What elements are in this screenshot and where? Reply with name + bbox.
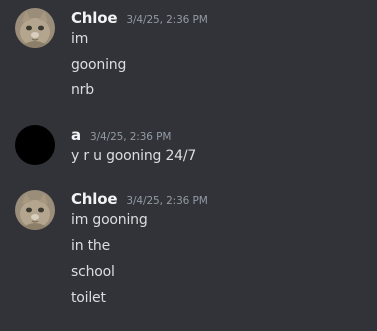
message-text: im gooning: [71, 212, 148, 228]
chat-message-list: Chloe 3/4/25, 2:36 PM im gooning nrb a 3…: [0, 0, 377, 331]
message-header: a 3/4/25, 2:36 PM: [71, 125, 171, 144]
message-text: toilet: [71, 290, 106, 306]
message-text: gooning: [71, 57, 127, 73]
message-header: Chloe 3/4/25, 2:36 PM: [71, 8, 208, 27]
message-header: Chloe 3/4/25, 2:36 PM: [71, 189, 208, 208]
cat-avatar-icon[interactable]: [15, 8, 55, 48]
black-circle-avatar-icon[interactable]: [15, 125, 55, 165]
cat-avatar-icon[interactable]: [15, 190, 55, 230]
timestamp[interactable]: 3/4/25, 2:36 PM: [90, 131, 171, 143]
message-text: y r u gooning 24/7: [71, 148, 197, 164]
username[interactable]: a: [71, 126, 81, 144]
username[interactable]: Chloe: [71, 9, 118, 27]
timestamp[interactable]: 3/4/25, 2:36 PM: [126, 14, 207, 26]
timestamp[interactable]: 3/4/25, 2:36 PM: [126, 195, 207, 207]
username[interactable]: Chloe: [71, 190, 118, 208]
message-text: im: [71, 31, 89, 47]
message-text: in the: [71, 238, 110, 254]
message-text: school: [71, 264, 115, 280]
message-text: nrb: [71, 82, 94, 98]
